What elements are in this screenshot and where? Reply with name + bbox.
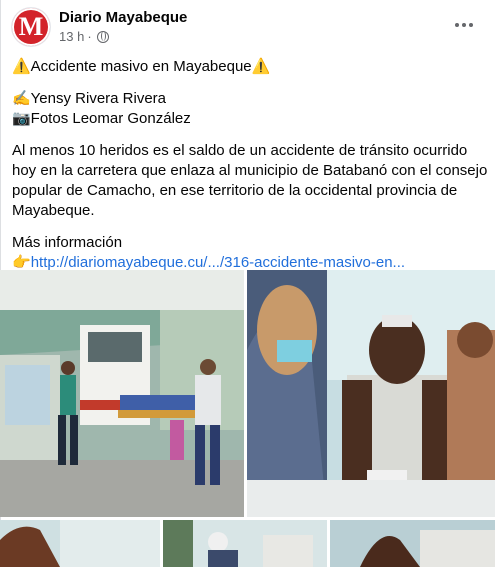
photo-thumbnail-2[interactable] — [163, 520, 327, 567]
article-link[interactable]: http://diariomayabeque.cu/.../316-accide… — [31, 254, 405, 271]
timestamp-link[interactable]: 13 h — [59, 29, 84, 44]
post-headline: ⚠️Accidente masivo en Mayabeque⚠️ — [12, 58, 271, 75]
post-body: Al menos 10 heridos es el saldo de un ac… — [12, 142, 488, 219]
pointing-hand-icon: 👉 — [12, 254, 31, 271]
more-options-dot — [469, 23, 473, 27]
globe-icon — [96, 30, 109, 43]
photo-injured-patient[interactable] — [247, 270, 495, 517]
more-options-icon — [455, 23, 459, 27]
avatar[interactable]: M — [12, 8, 50, 46]
post-header: M Diario Mayabeque 13 h · — [12, 5, 492, 47]
photo-thumbnail-1[interactable] — [0, 520, 160, 567]
byline-author: ✍️Yensy Rivera Rivera — [12, 90, 167, 107]
photo-thumbnail-3[interactable] — [330, 520, 495, 567]
more-options-dot — [462, 23, 466, 27]
facebook-post: M Diario Mayabeque 13 h · ⚠️Accidente ma… — [0, 0, 501, 567]
more-info-label: Más información — [12, 234, 123, 251]
photo-grid — [0, 270, 501, 567]
avatar-letter: M — [18, 12, 44, 41]
photo-ambulance-scene[interactable] — [0, 270, 244, 517]
post-text: ⚠️Accidente masivo en Mayabeque⚠️ ✍️Yens… — [12, 57, 488, 273]
page-name-link[interactable]: Diario Mayabeque — [59, 9, 187, 26]
meta-separator: · — [87, 29, 92, 44]
byline-photos: 📷Fotos Leomar González — [12, 110, 191, 127]
more-options-button[interactable] — [450, 11, 478, 39]
post-meta: 13 h · — [59, 29, 109, 44]
